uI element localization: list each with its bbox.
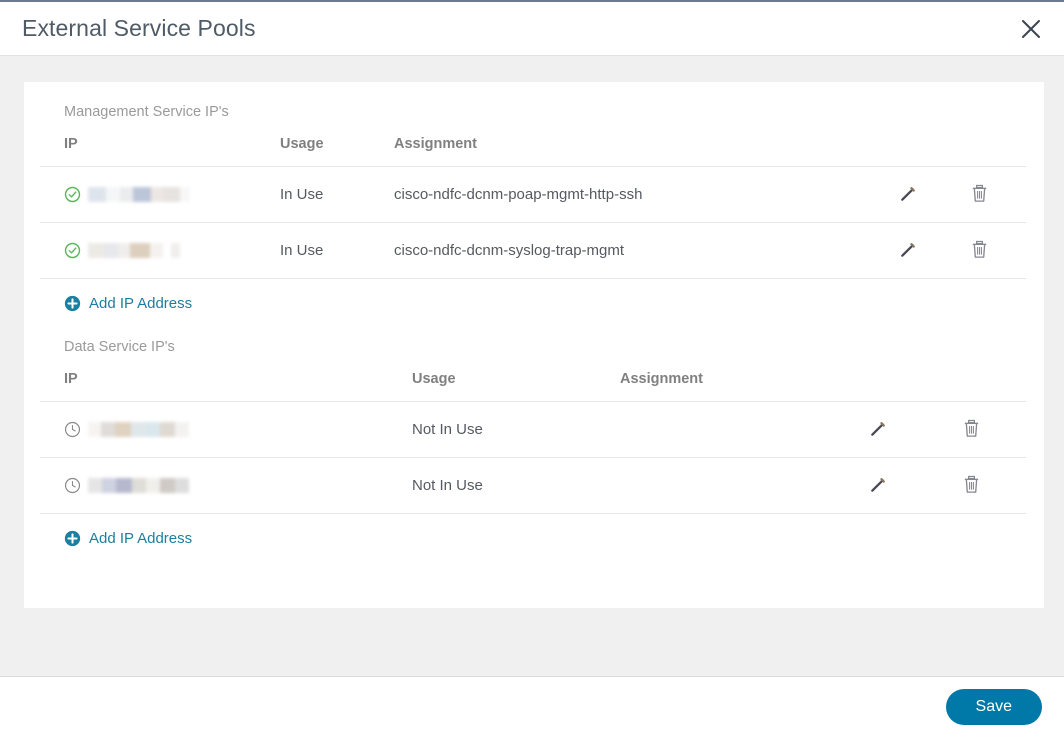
column-header-ip: IP — [40, 371, 412, 402]
cell-usage: In Use — [280, 166, 394, 223]
cell-delete — [966, 166, 1026, 223]
section-data-service-ips: Data Service IP's IP Usage Assignment No… — [40, 339, 1026, 552]
dialog-header: External Service Pools — [0, 0, 1064, 56]
redacted-ip-value — [88, 422, 189, 437]
check-circle-icon — [64, 186, 81, 203]
trash-icon[interactable] — [958, 416, 984, 442]
close-icon[interactable] — [1014, 12, 1048, 46]
add-ip-address-label: Add IP Address — [89, 295, 193, 312]
cell-edit — [894, 166, 966, 223]
column-header-delete — [958, 371, 1026, 402]
column-header-delete — [966, 136, 1026, 167]
cell-assignment: cisco-ndfc-dcnm-syslog-trap-mgmt — [394, 222, 894, 279]
cell-assignment — [620, 457, 864, 514]
clock-icon — [64, 421, 81, 438]
add-ip-address-label: Add IP Address — [89, 530, 193, 547]
cell-assignment: cisco-ndfc-dcnm-poap-mgmt-http-ssh — [394, 166, 894, 223]
table-header-row: IP Usage Assignment — [40, 136, 1026, 167]
cell-usage: Not In Use — [412, 457, 620, 514]
section-label: Data Service IP's — [64, 339, 175, 355]
cell-edit — [864, 401, 958, 458]
column-header-assignment: Assignment — [620, 371, 864, 402]
data-service-ip-table: IP Usage Assignment Not In Use Not In Us… — [40, 371, 1026, 514]
plus-circle-icon — [64, 295, 81, 312]
column-header-assignment: Assignment — [394, 136, 894, 167]
table-row: Not In Use — [40, 401, 1026, 458]
cell-ip — [40, 401, 412, 458]
cell-ip — [40, 457, 412, 514]
column-header-edit — [864, 371, 958, 402]
cell-assignment — [620, 401, 864, 458]
pencil-icon[interactable] — [894, 181, 920, 207]
trash-icon[interactable] — [958, 472, 984, 498]
section-management-service-ips: Management Service IP's IP Usage Assignm… — [40, 104, 1026, 317]
cell-ip — [40, 166, 280, 223]
management-service-ip-table: IP Usage Assignment In Use cisco-ndfc-dc… — [40, 136, 1026, 279]
redacted-ip-value — [88, 478, 189, 493]
add-ip-address-button-data[interactable]: Add IP Address — [64, 530, 192, 547]
column-header-usage: Usage — [280, 136, 394, 167]
pencil-icon[interactable] — [864, 472, 890, 498]
check-circle-icon — [64, 242, 81, 259]
cell-usage: Not In Use — [412, 401, 620, 458]
table-header-row: IP Usage Assignment — [40, 371, 1026, 402]
cell-delete — [966, 222, 1026, 279]
cell-delete — [958, 457, 1026, 514]
pencil-icon[interactable] — [894, 237, 920, 263]
page-title: External Service Pools — [22, 15, 256, 41]
column-header-ip: IP — [40, 136, 280, 167]
cell-edit — [894, 222, 966, 279]
plus-circle-icon — [64, 530, 81, 547]
table-row: In Use cisco-ndfc-dcnm-syslog-trap-mgmt — [40, 222, 1026, 279]
add-ip-address-button-management[interactable]: Add IP Address — [64, 295, 192, 312]
column-header-edit — [894, 136, 966, 167]
clock-icon — [64, 477, 81, 494]
redacted-ip-value — [88, 187, 190, 202]
table-row: Not In Use — [40, 457, 1026, 514]
dialog-footer: Save — [0, 676, 1064, 737]
save-button[interactable]: Save — [945, 689, 1042, 725]
trash-icon[interactable] — [966, 181, 992, 207]
pencil-icon[interactable] — [864, 416, 890, 442]
redacted-ip-value — [88, 243, 180, 258]
trash-icon[interactable] — [966, 237, 992, 263]
cell-delete — [958, 401, 1026, 458]
service-pools-card: Management Service IP's IP Usage Assignm… — [24, 82, 1044, 608]
dialog-body: Management Service IP's IP Usage Assignm… — [0, 56, 1064, 676]
section-label: Management Service IP's — [64, 104, 229, 120]
column-header-usage: Usage — [412, 371, 620, 402]
cell-usage: In Use — [280, 222, 394, 279]
cell-edit — [864, 457, 958, 514]
external-service-pools-dialog: External Service Pools Management Servic… — [0, 0, 1064, 737]
table-row: In Use cisco-ndfc-dcnm-poap-mgmt-http-ss… — [40, 166, 1026, 223]
cell-ip — [40, 222, 280, 279]
